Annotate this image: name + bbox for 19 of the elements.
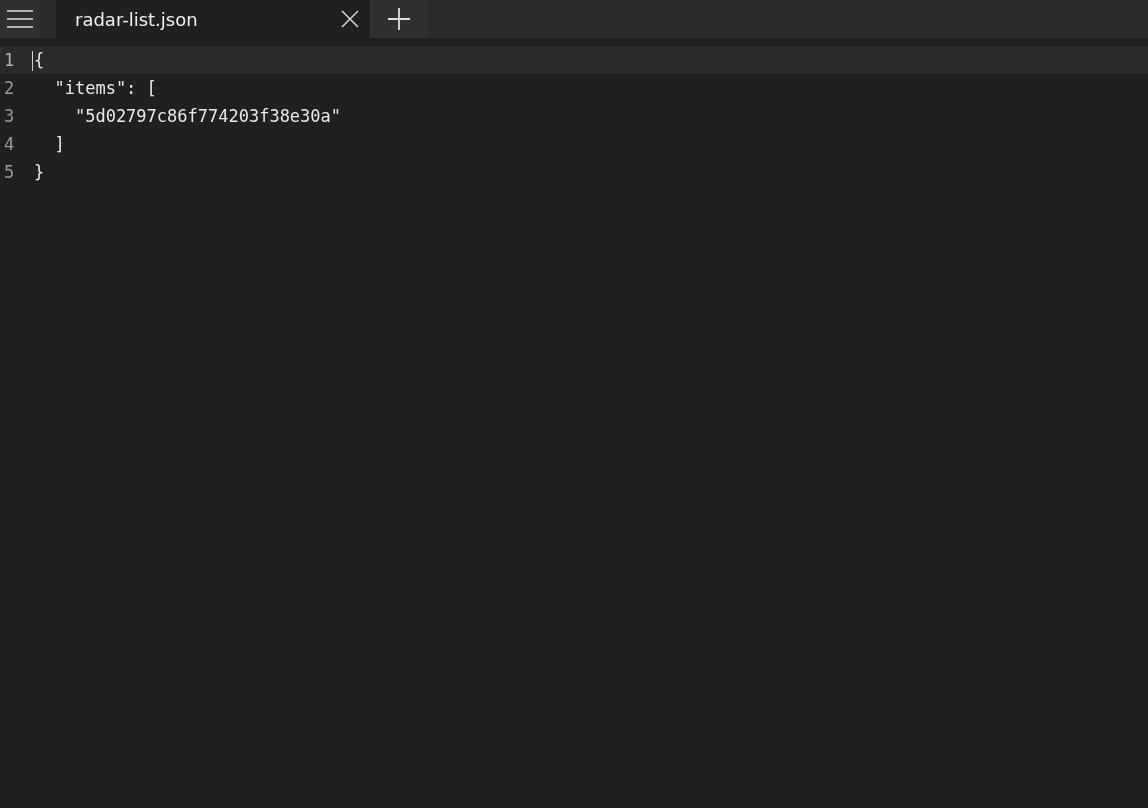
line-number: 2 [3,78,16,98]
line-number: 5 [3,162,16,182]
file-tab[interactable]: radar-list.json [56,0,370,38]
text-cursor [32,51,33,71]
code-editor[interactable]: 1 { 2 "items": [ 3 "5d02797c86f774203f38e30a" 4 ] 5 } [0,46,1148,808]
code-text: "items": [ [53,78,157,98]
menu-button[interactable] [0,0,40,38]
line-number: 3 [3,106,16,126]
line-number: 4 [3,134,16,154]
new-tab-button[interactable] [370,0,428,38]
menu-icon [7,9,33,29]
close-icon [341,10,359,28]
code-text: } [34,162,45,182]
code-text: { [34,50,45,70]
plus-icon [388,8,410,30]
tab-label: radar-list.json [75,8,199,30]
code-text: ] [53,134,65,154]
line-number: 1 [3,50,16,70]
code-text: "5d02797c86f774203f38e30a" [73,106,342,126]
